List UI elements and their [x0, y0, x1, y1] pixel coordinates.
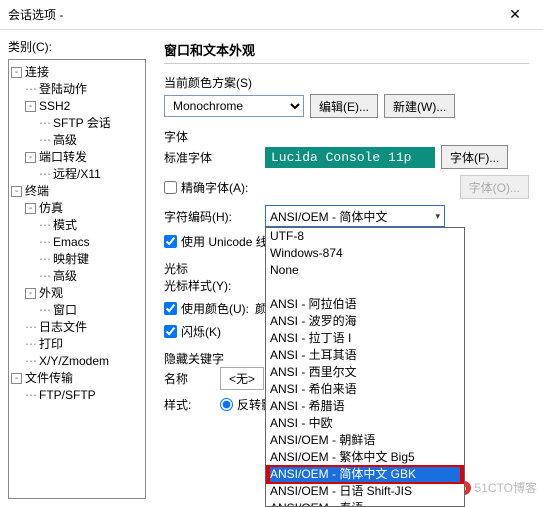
dropdown-option[interactable]: ANSI - 西里尔文 — [266, 364, 464, 381]
tree-node[interactable]: ⋯远程/X11 — [11, 166, 143, 183]
dropdown-option[interactable]: None — [266, 262, 464, 279]
tree-node[interactable]: ⋯FTP/SFTP — [11, 387, 143, 404]
dropdown-option[interactable]: ANSI/OEM - 朝鲜语 — [266, 432, 464, 449]
dropdown-option[interactable]: Windows-874 — [266, 245, 464, 262]
dropdown-option[interactable] — [266, 279, 464, 296]
blink-label: 闪烁(K) — [181, 323, 221, 340]
name-label: 名称 — [164, 370, 214, 387]
font-button[interactable]: 字体(F)... — [441, 145, 508, 169]
tree-node[interactable]: ⋯高级 — [11, 268, 143, 285]
category-tree[interactable]: -连接⋯登陆动作-SSH2⋯SFTP 会话⋯高级-端口转发⋯远程/X11-终端-… — [8, 59, 146, 499]
window-title: 会话选项 - — [8, 6, 495, 23]
blink-checkbox[interactable] — [164, 325, 177, 338]
chevron-down-icon: ▾ — [435, 211, 440, 222]
use-color-checkbox[interactable] — [164, 302, 177, 315]
reverse-radio[interactable] — [220, 398, 233, 411]
tree-node[interactable]: -外观 — [11, 285, 143, 302]
font-button-2: 字体(O)... — [460, 175, 529, 199]
tree-node[interactable]: ⋯X/Y/Zmodem — [11, 353, 143, 370]
tree-node[interactable]: ⋯映射键 — [11, 251, 143, 268]
font-display: Lucida Console 11p — [265, 147, 435, 168]
std-font-label: 标准字体 — [164, 149, 259, 166]
dropdown-option[interactable]: ANSI - 土耳其语 — [266, 347, 464, 364]
tree-node[interactable]: ⋯窗口 — [11, 302, 143, 319]
tree-node[interactable]: -SSH2 — [11, 98, 143, 115]
encoding-label: 字符编码(H): — [164, 208, 259, 225]
name-value[interactable]: <无> — [220, 367, 264, 390]
scheme-label: 当前颜色方案(S) — [164, 74, 529, 91]
fonts-section-label: 字体 — [164, 128, 529, 145]
panel-heading: 窗口和文本外观 — [164, 40, 529, 64]
encoding-dropdown-list[interactable]: UTF-8Windows-874None ANSI - 阿拉伯语ANSI - 波… — [265, 227, 465, 507]
close-button[interactable]: ✕ — [495, 0, 535, 30]
tree-node[interactable]: -连接 — [11, 64, 143, 81]
dropdown-option[interactable]: ANSI/OEM - 简体中文 GBK — [266, 466, 464, 483]
tree-node[interactable]: ⋯模式 — [11, 217, 143, 234]
encoding-select[interactable]: ANSI/OEM - 简体中文 ▾ — [265, 205, 445, 227]
tree-node[interactable]: ⋯日志文件 — [11, 319, 143, 336]
tree-node[interactable]: -终端 — [11, 183, 143, 200]
edit-button[interactable]: 编辑(E)... — [310, 94, 378, 118]
dropdown-option[interactable]: ANSI - 中欧 — [266, 415, 464, 432]
style-label: 样式: — [164, 396, 214, 413]
dropdown-option[interactable]: ANSI - 拉丁语 I — [266, 330, 464, 347]
new-button[interactable]: 新建(W)... — [384, 94, 455, 118]
dropdown-option[interactable]: UTF-8 — [266, 228, 464, 245]
tree-node[interactable]: -文件传输 — [11, 370, 143, 387]
precise-font-checkbox[interactable] — [164, 181, 177, 194]
tree-node[interactable]: ⋯登陆动作 — [11, 81, 143, 98]
dropdown-option[interactable]: ANSI - 希伯来语 — [266, 381, 464, 398]
tree-node[interactable]: ⋯Emacs — [11, 234, 143, 251]
cursor-style-label: 光标样式(Y): — [164, 277, 259, 294]
scheme-select[interactable]: Monochrome — [164, 95, 304, 117]
dropdown-option[interactable]: ANSI/OEM - 繁体中文 Big5 — [266, 449, 464, 466]
dropdown-option[interactable]: ANSI - 阿拉伯语 — [266, 296, 464, 313]
tree-node[interactable]: -仿真 — [11, 200, 143, 217]
tree-node[interactable]: ⋯打印 — [11, 336, 143, 353]
unicode-lines-checkbox[interactable] — [164, 235, 177, 248]
tree-node[interactable]: -端口转发 — [11, 149, 143, 166]
dropdown-option[interactable]: ANSI/OEM - 泰语 — [266, 500, 464, 507]
dropdown-option[interactable]: ANSI - 希腊语 — [266, 398, 464, 415]
dropdown-option[interactable]: ANSI - 波罗的海 — [266, 313, 464, 330]
tree-node[interactable]: ⋯高级 — [11, 132, 143, 149]
dropdown-option[interactable]: ANSI/OEM - 日语 Shift-JIS — [266, 483, 464, 500]
tree-node[interactable]: ⋯SFTP 会话 — [11, 115, 143, 132]
watermark: b 51CTO博客 — [457, 479, 537, 496]
category-label: 类别(C): — [8, 38, 146, 55]
precise-font-label: 精确字体(A): — [181, 179, 248, 196]
use-color-label: 使用颜色(U): — [181, 300, 249, 317]
